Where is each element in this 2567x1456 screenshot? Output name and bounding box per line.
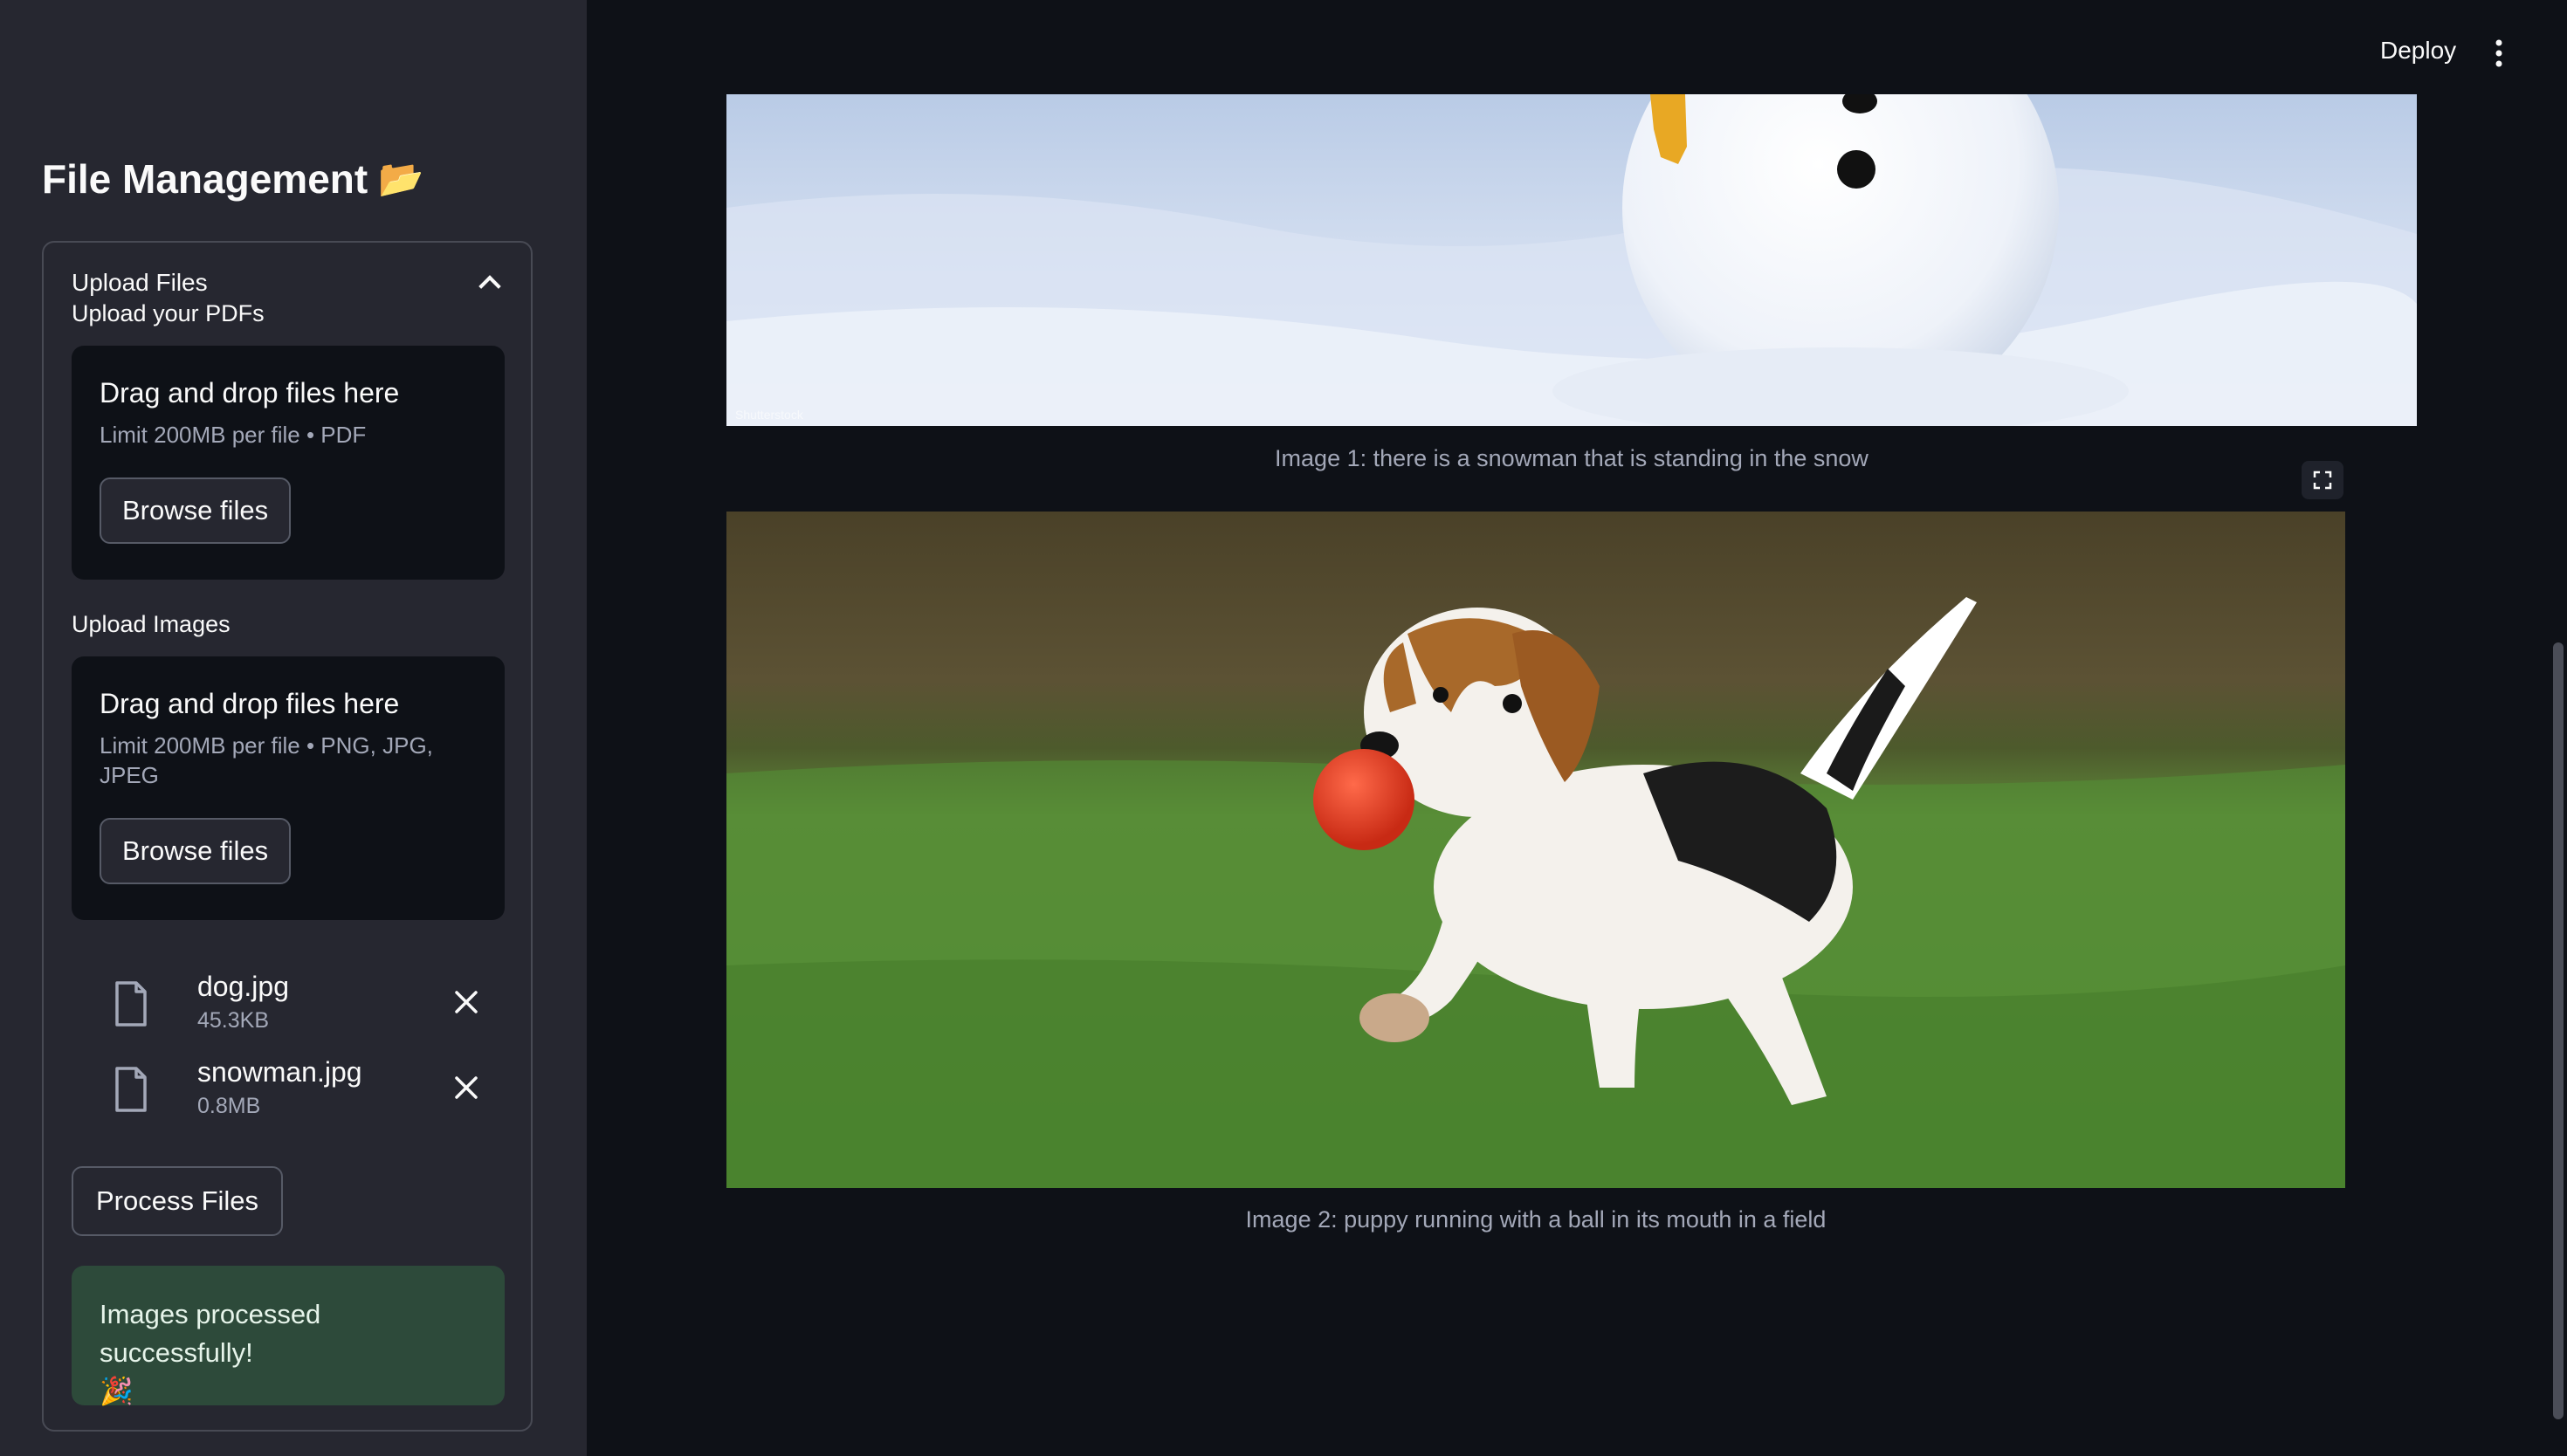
watermark-text: Shutterstock [735, 408, 804, 422]
pdf-upload-label: Upload your PDFs [72, 300, 265, 326]
remove-file-icon[interactable] [452, 988, 480, 1016]
snowman-image: Shutterstock [726, 94, 2417, 426]
image-upload-label: Upload Images [72, 611, 231, 637]
image-caption: Image 2: puppy running with a ball in it… [1245, 1206, 1827, 1233]
pdf-browse-button[interactable]: Browse files [100, 477, 292, 544]
chevron-up-icon[interactable] [478, 275, 501, 298]
image-dropzone-limit: Limit 200MB per file • PNG, JPG, JPEG [100, 732, 433, 788]
pdf-dropzone-title: Drag and drop files here [100, 377, 400, 409]
vertical-dots-icon[interactable] [2488, 38, 2509, 68]
puppy-image [726, 512, 2345, 1188]
party-popper-icon: 🎉 [100, 1376, 134, 1406]
pdf-dropzone-limit: Limit 200MB per file • PDF [100, 422, 367, 448]
expander-label: Upload Files [72, 269, 208, 296]
file-size: 45.3KB [197, 1008, 270, 1033]
image-dropzone[interactable]: Drag and drop files here Limit 200MB per… [72, 656, 505, 920]
remove-file-icon[interactable] [452, 1074, 480, 1102]
expander-header[interactable]: Upload Files [72, 269, 505, 298]
file-icon [115, 1067, 147, 1112]
image-dropzone-title: Drag and drop files here [100, 688, 400, 719]
sidebar-title: File Management 📂 [42, 155, 424, 203]
sidebar-title-text: File Management [42, 156, 368, 202]
success-message: Images processed successfully! [100, 1299, 321, 1368]
fullscreen-icon [2313, 470, 2332, 490]
file-size: 0.8MB [197, 1094, 261, 1118]
success-alert: Images processed successfully! 🎉 [72, 1266, 505, 1406]
process-files-button[interactable]: Process Files [72, 1166, 284, 1236]
fullscreen-button[interactable] [2302, 461, 2343, 499]
upload-files-expander: Upload Files Upload your PDFs Drag and d… [42, 241, 533, 1432]
app-root: File Management 📂 Upload Files Upload yo… [0, 0, 2567, 1456]
folder-icon: 📂 [378, 157, 424, 199]
image-browse-button[interactable]: Browse files [100, 818, 292, 884]
file-name: dog.jpg [197, 971, 289, 1002]
image-caption: Image 1: there is a snowman that is stan… [1275, 445, 1868, 471]
file-icon [115, 981, 147, 1027]
main-scrollbar[interactable] [2553, 642, 2564, 1419]
uploaded-file-row: snowman.jpg 0.8MB [114, 1056, 515, 1126]
file-name: snowman.jpg [197, 1056, 362, 1088]
deploy-button[interactable]: Deploy [2380, 37, 2456, 65]
uploaded-file-row: dog.jpg 45.3KB [114, 971, 515, 1040]
pdf-dropzone[interactable]: Drag and drop files here Limit 200MB per… [72, 346, 505, 580]
sidebar: File Management 📂 Upload Files Upload yo… [0, 0, 587, 1456]
